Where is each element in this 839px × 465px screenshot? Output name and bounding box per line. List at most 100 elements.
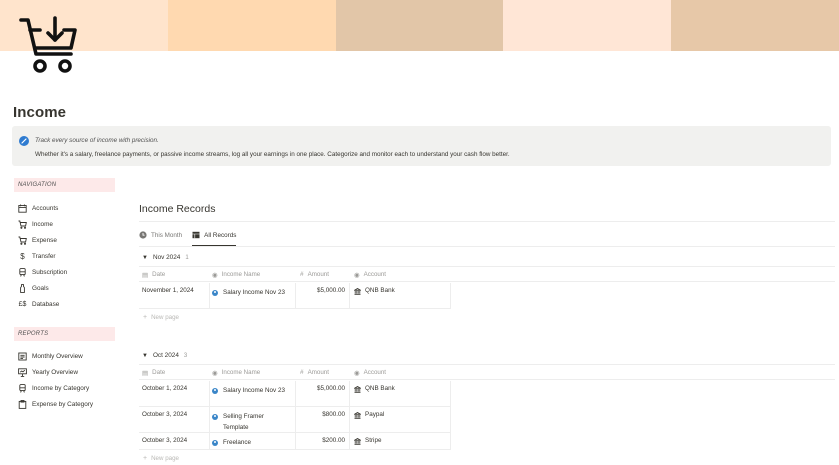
cart-download-icon[interactable] bbox=[18, 16, 78, 76]
sidebar-item-expense-by-category[interactable]: Expense by Category bbox=[18, 398, 93, 410]
tab-this-month[interactable]: This Month bbox=[139, 226, 182, 244]
cover-strip bbox=[335, 0, 504, 51]
new-page-button[interactable]: + New page bbox=[143, 455, 179, 462]
divider bbox=[349, 433, 350, 449]
currency-exchange-icon: £$ bbox=[18, 300, 27, 308]
sidebar-item-label: Yearly Overview bbox=[32, 368, 78, 376]
sidebar-item-label: Database bbox=[32, 300, 60, 308]
column-header-date[interactable]: ▤ Date bbox=[142, 267, 165, 282]
cell-name[interactable]: Salary Income Nov 23 bbox=[212, 287, 288, 312]
collapse-triangle-icon[interactable]: ▼ bbox=[142, 255, 148, 261]
column-header-amount[interactable]: # Amount bbox=[300, 267, 329, 282]
column-header-amount[interactable]: # Amount bbox=[300, 365, 329, 380]
column-header-name[interactable]: ◉ Income Name bbox=[212, 267, 260, 282]
clipboard-icon bbox=[18, 399, 27, 409]
group-count: 3 bbox=[183, 352, 188, 359]
cell-name[interactable]: Freelance bbox=[212, 437, 288, 453]
column-label: Account bbox=[363, 369, 387, 376]
bank-icon bbox=[354, 386, 361, 393]
sidebar-item-database[interactable]: £$ Database bbox=[18, 298, 60, 310]
sidebar-item-income[interactable]: Income bbox=[18, 218, 53, 230]
cover-strip bbox=[503, 0, 672, 51]
column-label: Amount bbox=[307, 271, 329, 278]
divider bbox=[295, 407, 296, 432]
bank-icon bbox=[354, 412, 361, 419]
group-count: 1 bbox=[185, 254, 189, 261]
divider bbox=[209, 407, 210, 432]
sidebar-item-label: Expense by Category bbox=[32, 400, 94, 408]
group-header-oct-2024[interactable]: ▼ Oct 2024 3 bbox=[142, 352, 187, 359]
sidebar-item-yearly-overview[interactable]: Yearly Overview bbox=[18, 366, 78, 378]
sidebar-item-monthly-overview[interactable]: Monthly Overview bbox=[18, 350, 83, 362]
column-label: Date bbox=[152, 369, 166, 376]
sidebar-item-income-by-category[interactable]: Income by Category bbox=[18, 382, 89, 394]
column-header-account[interactable]: ◉ Account bbox=[354, 267, 386, 282]
divider bbox=[139, 221, 835, 222]
cover-image bbox=[0, 0, 839, 51]
column-header-account[interactable]: ◉ Account bbox=[354, 365, 386, 380]
bank-icon bbox=[354, 438, 361, 445]
divider bbox=[295, 433, 296, 449]
new-page-label: New page bbox=[151, 314, 179, 321]
title-icon: ◉ bbox=[212, 369, 218, 377]
divider bbox=[349, 407, 350, 432]
table-header: ▤ Date ◉ Income Name # Amount ◉ Account bbox=[139, 364, 835, 380]
calendar-icon: ▤ bbox=[142, 369, 149, 377]
cover-strip bbox=[167, 0, 336, 51]
bank-icon bbox=[354, 288, 361, 295]
divider bbox=[209, 283, 210, 308]
relation-icon: ◉ bbox=[354, 369, 360, 377]
sidebar-item-transfer[interactable]: $ Transfer bbox=[18, 250, 55, 262]
cell-account[interactable]: Stripe bbox=[354, 437, 381, 453]
account-name: QNB Bank bbox=[365, 287, 395, 294]
table-icon bbox=[192, 231, 200, 239]
cell-account[interactable]: QNB Bank bbox=[354, 287, 395, 312]
column-header-name[interactable]: ◉ Income Name bbox=[212, 365, 260, 380]
cell-name-text: Freelance bbox=[223, 439, 252, 446]
column-header-date[interactable]: ▤ Date bbox=[142, 365, 165, 380]
list-icon bbox=[18, 352, 27, 361]
collapse-triangle-icon[interactable]: ▼ bbox=[142, 353, 148, 359]
cover-strip bbox=[671, 0, 839, 51]
train-icon bbox=[18, 383, 27, 393]
table-row[interactable]: November 1, 2024 Salary Income Nov 23 $5… bbox=[139, 283, 451, 309]
group-header-nov-2024[interactable]: ▼ Nov 2024 1 bbox=[142, 254, 189, 261]
view-tabs: This Month All Records bbox=[139, 226, 246, 246]
page-title: Income bbox=[13, 104, 67, 121]
cell-name-text: Salary Income Nov 23 bbox=[223, 289, 285, 296]
divider bbox=[450, 283, 451, 308]
column-label: Income Name bbox=[221, 271, 261, 278]
database-title[interactable]: Income Records bbox=[139, 203, 215, 215]
sidebar-item-goals[interactable]: Goals bbox=[18, 282, 49, 294]
table-header: ▤ Date ◉ Income Name # Amount ◉ Account bbox=[139, 266, 835, 282]
sidebar-item-label: Accounts bbox=[32, 204, 59, 212]
info-icon bbox=[19, 136, 29, 146]
sidebar-item-accounts[interactable]: Accounts bbox=[18, 202, 58, 214]
table-row[interactable]: October 3, 2024 Freelance $200.00 Stripe bbox=[139, 433, 451, 450]
tab-all-records[interactable]: All Records bbox=[192, 226, 237, 246]
number-icon: # bbox=[300, 369, 304, 376]
new-page-label: New page bbox=[151, 455, 179, 462]
sidebar-item-subscription[interactable]: Subscription bbox=[18, 266, 67, 278]
callout-text: Whether it's a salary, freelance payment… bbox=[35, 151, 510, 158]
relation-icon: ◉ bbox=[354, 271, 360, 279]
number-icon: # bbox=[300, 271, 304, 278]
sidebar-item-expense[interactable]: Expense bbox=[18, 234, 57, 246]
sidebar-item-label: Expense bbox=[32, 236, 57, 244]
bottle-icon bbox=[18, 283, 27, 293]
account-name: QNB Bank bbox=[365, 385, 395, 392]
table-row[interactable]: October 3, 2024 Selling Framer Template … bbox=[139, 407, 451, 433]
divider bbox=[209, 433, 210, 449]
table-row[interactable]: October 1, 2024 Salary Income Nov 23 $5,… bbox=[139, 381, 451, 407]
plus-icon: + bbox=[143, 314, 148, 321]
new-page-button[interactable]: + New page bbox=[143, 314, 179, 321]
cell-amount: $200.00 bbox=[322, 437, 345, 444]
navigation-header: NAVIGATION bbox=[14, 178, 115, 192]
tab-label: This Month bbox=[151, 231, 183, 239]
divider bbox=[450, 433, 451, 449]
divider bbox=[349, 381, 350, 406]
account-name: Paypal bbox=[365, 411, 385, 418]
page-icon bbox=[212, 413, 218, 420]
page-icon bbox=[212, 439, 218, 446]
dollar-icon: $ bbox=[20, 251, 25, 261]
